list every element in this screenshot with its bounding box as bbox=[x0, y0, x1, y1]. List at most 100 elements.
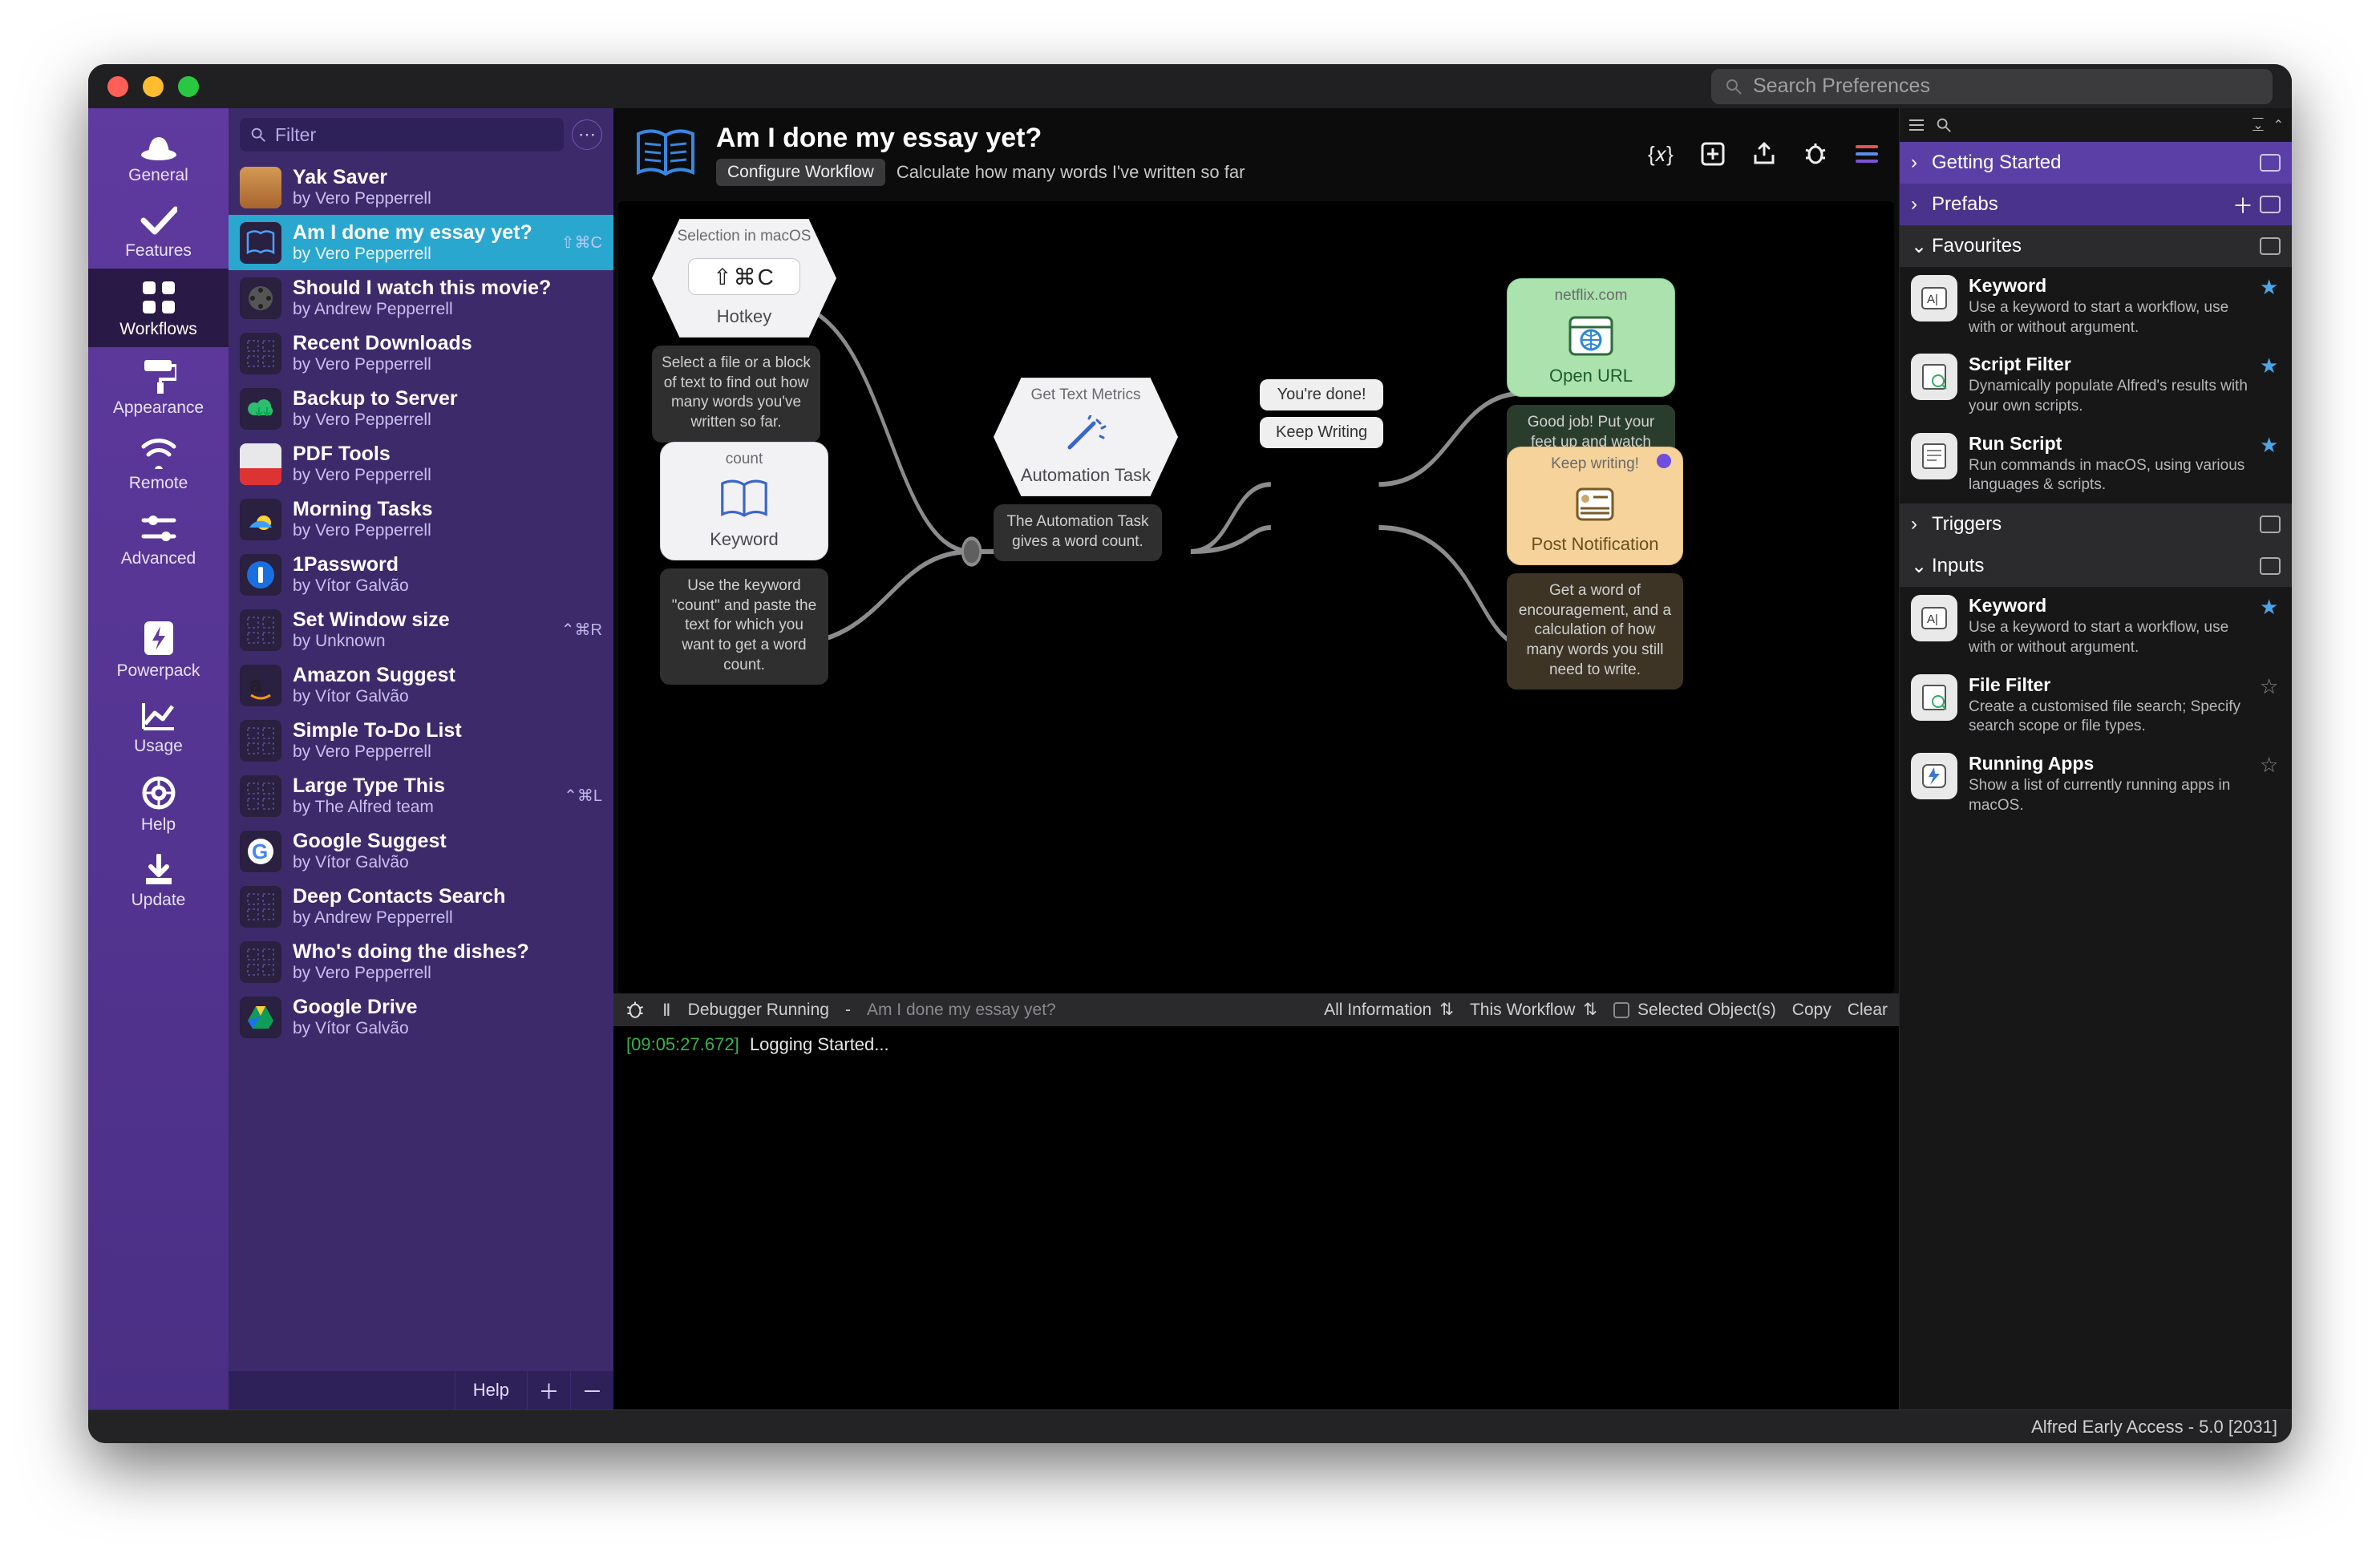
search-icon[interactable] bbox=[1935, 116, 1953, 134]
bug-icon bbox=[625, 1001, 646, 1020]
sidebar-item-features[interactable]: Features bbox=[88, 193, 229, 269]
section-triggers[interactable]: ›Triggers bbox=[1900, 503, 2292, 545]
sidebar-item-usage[interactable]: Usage bbox=[88, 689, 229, 764]
node-automation-task[interactable]: Get Text Metrics Automation Task The Aut… bbox=[994, 378, 1162, 561]
workflow-item[interactable]: PDF Tools by Vero Pepperrell bbox=[229, 436, 613, 491]
workflow-item[interactable]: Recent Downloads by Vero Pepperrell bbox=[229, 326, 613, 381]
workflow-item[interactable]: 1Password by Vítor Galvão bbox=[229, 547, 613, 602]
favourite-star-button[interactable]: ☆ bbox=[2260, 753, 2281, 778]
lifebuoy-icon bbox=[141, 775, 176, 811]
workflow-item-icon bbox=[240, 499, 281, 540]
debugger-copy-button[interactable]: Copy bbox=[1792, 1001, 1832, 1020]
debugger-selected-checkbox[interactable]: Selected Object(s) bbox=[1613, 1001, 1776, 1020]
workflow-item[interactable]: Set Window size by Unknown ⌃⌘R bbox=[229, 602, 613, 657]
palette-toggle-button[interactable] bbox=[1852, 140, 1881, 168]
palette-item-desc: Use a keyword to start a workflow, use w… bbox=[1969, 618, 2248, 657]
list-icon[interactable] bbox=[1908, 117, 1925, 133]
sidebar-item-remote[interactable]: Remote bbox=[88, 426, 229, 501]
workflow-item-title: Recent Downloads bbox=[293, 332, 591, 355]
sidebar-item-update[interactable]: Update bbox=[88, 843, 229, 918]
workflow-item[interactable]: Morning Tasks by Vero Pepperrell bbox=[229, 491, 613, 547]
workflow-item[interactable]: Who's doing the dishes? by Vero Pepperre… bbox=[229, 934, 613, 989]
workflow-item-title: Large Type This bbox=[293, 774, 552, 798]
add-workflow-button[interactable]: ＋ bbox=[527, 1371, 570, 1409]
workflow-item-title: 1Password bbox=[293, 553, 591, 576]
palette-item[interactable]: A| Keyword Use a keyword to start a work… bbox=[1900, 587, 2292, 665]
workflow-item-title: Should I watch this movie? bbox=[293, 277, 591, 300]
expand-all-button[interactable]: ⌃ bbox=[2273, 117, 2284, 133]
workflow-item-author: by Vero Pepperrell bbox=[293, 189, 591, 208]
palette-item[interactable]: Script Filter Dynamically populate Alfre… bbox=[1900, 346, 2292, 424]
variables-button[interactable]: {𝑥} bbox=[1647, 140, 1676, 168]
section-inputs[interactable]: ⌄Inputs bbox=[1900, 545, 2292, 587]
workflow-item[interactable]: Backup to Server by Vero Pepperrell bbox=[229, 381, 613, 436]
section-favourites[interactable]: ⌄Favourites bbox=[1900, 225, 2292, 267]
log-message: Logging Started... bbox=[750, 1034, 889, 1054]
debugger-log[interactable]: [09:05:27.672] Logging Started... bbox=[613, 1026, 1899, 1409]
palette-item[interactable]: File Filter Create a customised file sea… bbox=[1900, 666, 2292, 745]
collapse-all-button[interactable]: ⌄ bbox=[2252, 117, 2263, 133]
branch-keep[interactable]: Keep Writing bbox=[1260, 417, 1383, 448]
section-prefabs[interactable]: ›Prefabs＋ bbox=[1900, 184, 2292, 225]
favourite-star-button[interactable]: ★ bbox=[2260, 433, 2281, 458]
sidebar-item-powerpack[interactable]: Powerpack bbox=[88, 609, 229, 689]
favourite-star-button[interactable]: ★ bbox=[2260, 595, 2281, 620]
minimize-window-button[interactable] bbox=[143, 76, 164, 97]
favourite-star-button[interactable]: ☆ bbox=[2260, 674, 2281, 699]
favourite-star-button[interactable]: ★ bbox=[2260, 354, 2281, 378]
palette-item[interactable]: Run Script Run commands in macOS, using … bbox=[1900, 425, 2292, 503]
workflow-list-options-button[interactable]: ⋯ bbox=[572, 119, 602, 150]
debugger-clear-button[interactable]: Clear bbox=[1848, 1001, 1888, 1020]
sidebar-item-advanced[interactable]: Advanced bbox=[88, 501, 229, 576]
branch-labels: You're done! Keep Writing bbox=[1260, 379, 1383, 448]
workflow-item[interactable]: a Amazon Suggest by Vítor Galvão bbox=[229, 657, 613, 713]
titlebar: Search Preferences bbox=[88, 64, 2292, 108]
sidebar-item-workflows[interactable]: Workflows bbox=[88, 269, 229, 347]
workflow-item-author: by The Alfred team bbox=[293, 798, 552, 817]
branch-done[interactable]: You're done! bbox=[1260, 379, 1383, 410]
palette-item[interactable]: Running Apps Show a list of currently ru… bbox=[1900, 745, 2292, 823]
sidebar-item-appearance[interactable]: Appearance bbox=[88, 347, 229, 426]
workflow-item-author: by Andrew Pepperrell bbox=[293, 908, 591, 928]
remove-workflow-button[interactable]: － bbox=[570, 1371, 613, 1409]
workflow-item[interactable]: Large Type This by The Alfred team ⌃⌘L bbox=[229, 768, 613, 823]
debugger-info-mode-select[interactable]: All Information⇅ bbox=[1324, 1000, 1454, 1020]
node-keyword[interactable]: count Keyword Use the keyword "count" an… bbox=[660, 442, 828, 685]
workflow-item-shortcut: ⌃⌘R bbox=[561, 620, 602, 640]
workflow-item-icon bbox=[240, 554, 281, 596]
close-window-button[interactable] bbox=[107, 76, 128, 97]
add-note-button[interactable] bbox=[1698, 140, 1727, 168]
workflow-item[interactable]: G Google Suggest by Vítor Galvão bbox=[229, 823, 613, 879]
workflow-item[interactable]: Should I watch this movie? by Andrew Pep… bbox=[229, 270, 613, 326]
workflow-item-icon bbox=[240, 997, 281, 1038]
debugger-scope-select[interactable]: This Workflow⇅ bbox=[1470, 1000, 1597, 1020]
palette-item[interactable]: A| Keyword Use a keyword to start a work… bbox=[1900, 267, 2292, 346]
zoom-window-button[interactable] bbox=[178, 76, 199, 97]
workflow-item[interactable]: Google Drive by Vítor Galvão bbox=[229, 989, 613, 1045]
node-post-notification[interactable]: Keep writing! Post Notification Get a wo… bbox=[1507, 447, 1683, 689]
node-hotkey[interactable]: Selection in macOS ⇧⌘C Hotkey Select a f… bbox=[652, 219, 820, 443]
workflow-item-author: by Vítor Galvão bbox=[293, 576, 591, 596]
sidebar-item-help[interactable]: Help bbox=[88, 764, 229, 843]
debug-button[interactable] bbox=[1801, 140, 1830, 168]
workflow-item[interactable]: Deep Contacts Search by Andrew Pepperrel… bbox=[229, 879, 613, 934]
paint-roller-icon bbox=[141, 358, 176, 394]
svg-text:G: G bbox=[252, 839, 268, 863]
section-badge-icon bbox=[2260, 516, 2281, 533]
workflow-help-button[interactable]: Help bbox=[455, 1371, 527, 1409]
workflow-item[interactable]: Simple To-Do List by Vero Pepperrell bbox=[229, 713, 613, 768]
workflow-item[interactable]: Yak Saver by Vero Pepperrell bbox=[229, 160, 613, 215]
workflow-item[interactable]: Am I done my essay yet? by Vero Pepperre… bbox=[229, 215, 613, 270]
favourite-star-button[interactable]: ★ bbox=[2260, 275, 2281, 300]
debugger-pause-button[interactable]: ǁ bbox=[662, 1001, 672, 1020]
configure-workflow-button[interactable]: Configure Workflow bbox=[716, 159, 885, 186]
workflow-canvas[interactable]: Selection in macOS ⇧⌘C Hotkey Select a f… bbox=[618, 201, 1894, 993]
workflow-filter-input[interactable]: Filter bbox=[240, 118, 564, 152]
section-badge-icon bbox=[2260, 557, 2281, 575]
section-getting-started[interactable]: ›Getting Started bbox=[1900, 142, 2292, 184]
export-button[interactable] bbox=[1750, 140, 1779, 168]
workflow-list-footer: Help ＋ － bbox=[229, 1371, 613, 1409]
search-preferences-input[interactable]: Search Preferences bbox=[1711, 69, 2273, 104]
workflow-list: Yak Saver by Vero Pepperrell Am I done m… bbox=[229, 160, 613, 1371]
sidebar-item-general[interactable]: General bbox=[88, 123, 229, 193]
